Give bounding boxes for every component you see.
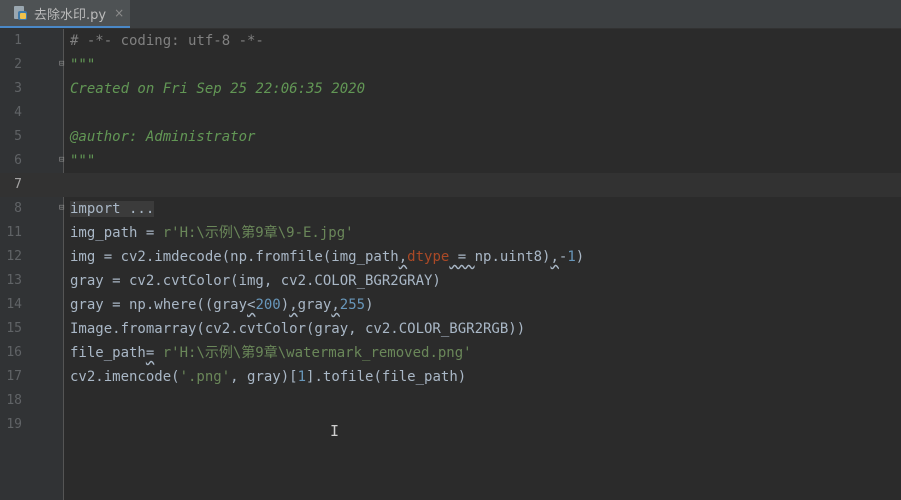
line-number: 14 [6,297,22,312]
code-line[interactable]: 11 img_path = r'H:\示例\第9章\9-E.jpg' [0,221,901,245]
code-text: img = cv2.imdecode(np.fromfile(img_path,… [70,245,584,269]
code-line[interactable]: 4 [0,101,901,125]
fold-icon[interactable]: ⊟ [59,60,68,69]
code-text: img_path = r'H:\示例\第9章\9-E.jpg' [70,221,354,245]
line-number: 8 [14,201,22,216]
line-number: 16 [6,345,22,360]
line-number: 1 [14,33,22,48]
code-text: Image.fromarray(cv2.cvtColor(gray, cv2.C… [70,317,525,341]
code-line[interactable]: 7 [0,173,901,197]
code-line[interactable]: 16 file_path= r'H:\示例\第9章\watermark_remov… [0,341,901,365]
code-token: , [331,297,340,313]
line-number: 17 [6,369,22,384]
code-token: gray = np.where((gray [70,297,248,313]
code-line[interactable]: 13 gray = cv2.cvtColor(img, cv2.COLOR_BGR… [0,269,901,293]
text-cursor-icon: I [330,422,340,440]
code-token: Created on Fri Sep 25 22:06:35 2020 [70,81,366,97]
fold-icon[interactable]: ⊟ [59,204,68,213]
tab-title: 去除水印.py [34,7,107,23]
code-line[interactable]: 14 gray = np.where((gray<200),gray,255) [0,293,901,317]
code-token: , [550,249,559,265]
code-token: Image.fromarray(cv2.cvtColor(gray, cv2.C… [70,321,526,337]
code-token: ) [365,297,374,313]
line-number: 7 [14,177,22,192]
code-text: cv2.imencode('.png', gray)[1].tofile(fil… [70,365,466,389]
line-number: 11 [6,225,22,240]
code-text: """ [70,53,95,77]
code-token: 255 [339,297,366,313]
code-line[interactable]: 8 ⊟ import ... [0,197,901,221]
code-token: r'H:\示例\第9章\9-E.jpg' [162,225,354,241]
editor-tab-bar: 去除水印.py × [0,0,901,29]
code-text: gray = np.where((gray<200),gray,255) [70,293,374,317]
close-icon[interactable]: × [114,6,124,20]
code-token: # -*- coding: utf-8 -*- [70,33,264,49]
code-token: '.png' [179,369,231,385]
code-token: 200 [255,297,281,313]
code-token: 1 [567,249,576,265]
code-token: file_path [70,345,146,361]
code-line[interactable]: 5 @author: Administrator [0,125,901,149]
line-number: 12 [6,249,22,264]
code-text: """ [70,149,95,173]
line-number: 3 [14,81,22,96]
code-token: @author: Administrator [70,129,256,145]
code-text: file_path= r'H:\示例\第9章\watermark_removed… [70,341,472,365]
code-token: img_path = [70,225,163,241]
code-line[interactable]: 15 Image.fromarray(cv2.cvtColor(gray, cv2… [0,317,901,341]
code-token: gray = cv2.cvtColor(img, cv2.COLOR_BGR2G… [70,273,441,289]
code-token: ].tofile(file_path) [306,369,467,385]
code-text: Created on Fri Sep 25 22:06:35 2020 [70,77,365,101]
code-token: , [398,249,408,265]
code-token: """ [70,153,96,169]
code-line[interactable]: 18 [0,389,901,413]
code-token: ) [575,249,585,265]
code-token: , [289,297,298,313]
line-number: 13 [6,273,22,288]
line-number: 4 [14,105,22,120]
code-text: @author: Administrator [70,125,255,149]
code-token: """ [70,57,96,73]
code-token: np.uint8) [474,249,551,265]
code-line[interactable]: 19 [0,413,901,437]
code-token: gray [297,297,332,313]
line-number: 15 [6,321,22,336]
code-line[interactable]: 1 # -*- coding: utf-8 -*- [0,29,901,53]
code-line[interactable]: 3 Created on Fri Sep 25 22:06:35 2020 [0,77,901,101]
code-token: img = cv2.imdecode(np.fromfile(img_path [70,249,399,265]
code-token: 1 [297,369,307,385]
code-token: ) [280,297,290,313]
code-token: import ... [70,201,155,217]
code-text: gray = cv2.cvtColor(img, cv2.COLOR_BGR2G… [70,269,441,293]
tab-file[interactable]: 去除水印.py × [0,0,130,28]
code-token: r'H:\示例\第9章\watermark_removed.png' [162,345,472,361]
code-token: cv2.imencode( [70,369,180,385]
python-file-icon [12,5,28,21]
line-number: 18 [6,393,22,408]
line-number: 2 [14,57,22,72]
code-token: dtype [407,249,450,265]
code-text: # -*- coding: utf-8 -*- [70,29,264,53]
line-number: 19 [6,417,22,432]
code-token: , gray)[ [230,369,298,385]
fold-icon[interactable]: ⊟ [59,156,68,165]
line-number: 5 [14,129,22,144]
code-text: import ... [70,197,155,221]
code-line[interactable]: 2 ⊟ """ [0,53,901,77]
code-line[interactable]: 6 ⊟ """ [0,149,901,173]
code-line[interactable]: 12 img = cv2.imdecode(np.fromfile(img_pat… [0,245,901,269]
code-line[interactable]: 17 cv2.imencode('.png', gray)[1].tofile(f… [0,365,901,389]
line-number: 6 [14,153,22,168]
code-token: = [449,249,475,265]
